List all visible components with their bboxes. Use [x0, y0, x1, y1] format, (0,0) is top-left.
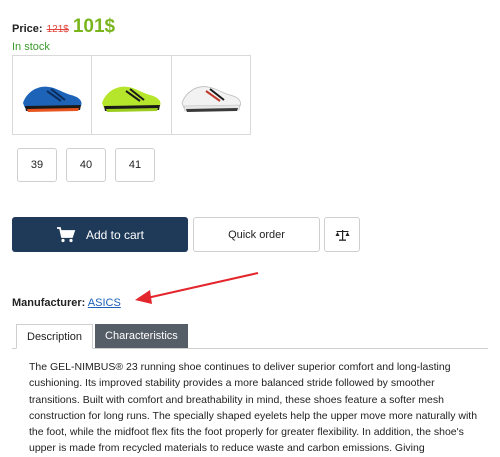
scales-icon: [335, 229, 349, 241]
thumbnail-blue-shoe[interactable]: [13, 56, 93, 134]
thumbnail-lime-shoe[interactable]: [92, 56, 172, 134]
compare-button[interactable]: [324, 217, 360, 252]
size-option-40[interactable]: 40: [66, 148, 106, 182]
product-description: The GEL-NIMBUS® 23 running shoe continue…: [29, 361, 478, 455]
tab-description[interactable]: Description: [16, 324, 94, 349]
price-row: Price: 121$ 101$: [12, 16, 115, 38]
manufacturer-row: Manufacturer: ASICS: [12, 297, 121, 309]
size-option-39[interactable]: 39: [17, 148, 57, 182]
old-price: 121$: [46, 24, 69, 35]
size-option-41[interactable]: 41: [115, 148, 155, 182]
product-tabs: Description Characteristics: [16, 324, 188, 349]
lime-shoe-image: [102, 86, 161, 112]
manufacturer-link[interactable]: ASICS: [88, 297, 121, 309]
cart-icon: [56, 226, 76, 242]
blue-shoe-image: [23, 86, 82, 112]
size-selector: 39 40 41: [17, 148, 155, 182]
add-to-cart-button[interactable]: Add to cart: [12, 217, 188, 252]
product-thumbnails: [12, 55, 251, 135]
thumbnail-white-shoe[interactable]: [171, 56, 250, 134]
current-price: 101$: [72, 16, 116, 37]
quick-order-button[interactable]: Quick order: [193, 217, 320, 252]
stock-status: In stock: [12, 41, 50, 53]
add-to-cart-label: Add to cart: [85, 227, 145, 242]
manufacturer-label: Manufacturer:: [12, 297, 86, 309]
tab-characteristics[interactable]: Characteristics: [95, 324, 188, 348]
price-label: Price:: [12, 23, 43, 35]
white-shoe-image: [181, 86, 241, 112]
